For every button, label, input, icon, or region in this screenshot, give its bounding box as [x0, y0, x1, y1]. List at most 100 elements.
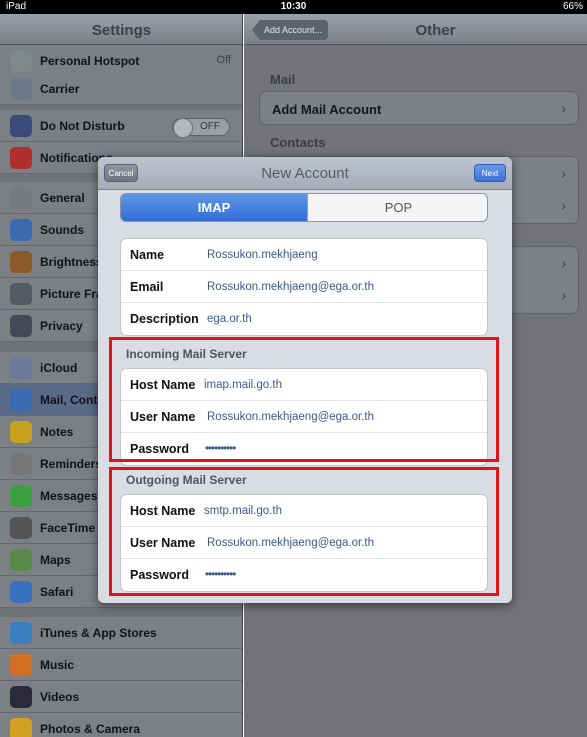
- field-value: ••••••••••: [205, 569, 236, 581]
- sheet-title: New Account: [261, 165, 349, 182]
- description-field[interactable]: Description ega.or.th: [121, 303, 487, 335]
- chevron-right-icon: ›: [561, 287, 566, 303]
- next-button[interactable]: Next: [474, 164, 506, 182]
- field-label: Password: [130, 442, 190, 456]
- add-mail-account-row[interactable]: Add Mail Account ›: [259, 91, 579, 125]
- settings-app-icon: [10, 187, 32, 209]
- settings-item[interactable]: Photos & Camera: [0, 713, 242, 737]
- settings-item-label: Notes: [40, 425, 74, 439]
- segment-imap[interactable]: IMAP: [121, 194, 307, 221]
- field-label: Description: [130, 312, 199, 326]
- settings-item[interactable]: Music: [0, 649, 242, 681]
- settings-item-label: Safari: [40, 585, 74, 599]
- add-mail-account-label: Add Mail Account: [272, 102, 382, 117]
- field-value: smtp.mail.go.th: [204, 505, 282, 517]
- settings-item[interactable]: Do Not Disturb OFF: [0, 110, 242, 142]
- email-field[interactable]: Email Rossukon.mekhjaeng@ega.or.th: [121, 271, 487, 303]
- sheet-nav-bar: Cancel New Account Next: [98, 157, 512, 190]
- settings-app-icon: [10, 549, 32, 571]
- battery-level: 66%: [562, 1, 583, 12]
- settings-app-icon: [10, 147, 32, 169]
- settings-item-label: Sounds: [40, 223, 84, 237]
- settings-item-label: Personal Hotspot: [40, 54, 140, 68]
- field-value: imap.mail.go.th: [204, 379, 282, 391]
- incoming-password-field[interactable]: Password ••••••••••: [121, 433, 487, 465]
- incoming-username-field[interactable]: User Name Rossukon.mekhjaeng@ega.or.th: [121, 401, 487, 433]
- incoming-server-group: Host Name imap.mail.go.th User Name Ross…: [120, 368, 488, 466]
- field-value: Rossukon.mekhjaeng@ega.or.th: [207, 281, 375, 293]
- settings-item-label: Privacy: [40, 319, 83, 333]
- settings-item-value: Off: [216, 54, 231, 66]
- incoming-server-header: Incoming Mail Server: [126, 347, 247, 361]
- field-label: User Name: [130, 410, 196, 424]
- outgoing-server-header: Outgoing Mail Server: [126, 473, 247, 487]
- field-value: Rossukon.mekhjaeng: [207, 249, 318, 261]
- outgoing-server-group: Host Name smtp.mail.go.th User Name Ross…: [120, 494, 488, 592]
- settings-app-icon: [10, 421, 32, 443]
- other-nav-bar: Add Account... Other: [244, 14, 587, 45]
- name-field[interactable]: Name Rossukon.mekhjaeng: [121, 239, 487, 271]
- status-bar: iPad 10:30 66%: [0, 0, 587, 14]
- settings-item[interactable]: Videos: [0, 681, 242, 713]
- outgoing-host-field[interactable]: Host Name smtp.mail.go.th: [121, 495, 487, 527]
- new-account-sheet: Cancel New Account Next IMAP POP Name Ro…: [98, 157, 512, 603]
- chevron-right-icon: ›: [561, 255, 566, 271]
- settings-app-icon: [10, 115, 32, 137]
- settings-item-label: iCloud: [40, 361, 78, 375]
- field-value: Rossukon.mekhjaeng@ega.or.th: [207, 537, 375, 549]
- account-info-group: Name Rossukon.mekhjaeng Email Rossukon.m…: [120, 238, 488, 336]
- chevron-right-icon: ›: [561, 100, 566, 116]
- settings-app-icon: [10, 78, 32, 100]
- field-value: ega.or.th: [207, 313, 252, 325]
- field-label: Password: [130, 568, 190, 582]
- field-value: ••••••••••: [205, 443, 236, 455]
- settings-app-icon: [10, 357, 32, 379]
- field-label: Host Name: [130, 378, 196, 392]
- settings-item-label: Maps: [40, 553, 71, 567]
- settings-item[interactable]: Carrier: [0, 73, 242, 105]
- settings-app-icon: [10, 453, 32, 475]
- segment-pop[interactable]: POP: [307, 194, 487, 221]
- settings-item-label: Messages: [40, 489, 98, 503]
- field-label: Email: [130, 280, 164, 294]
- settings-app-icon: [10, 517, 32, 539]
- settings-app-icon: [10, 315, 32, 337]
- settings-item[interactable]: iTunes & App Stores: [0, 617, 242, 649]
- settings-app-icon: [10, 50, 32, 72]
- other-title: Other: [415, 22, 456, 39]
- settings-app-icon: [10, 485, 32, 507]
- account-type-segmented-control: IMAP POP: [120, 193, 488, 222]
- back-button[interactable]: Add Account...: [252, 20, 329, 40]
- settings-item-label: Reminders: [40, 457, 103, 471]
- settings-app-icon: [10, 654, 32, 676]
- settings-app-icon: [10, 251, 32, 273]
- contacts-section-header: Contacts: [270, 135, 326, 150]
- field-label: Name: [130, 248, 165, 262]
- settings-app-icon: [10, 622, 32, 644]
- chevron-right-icon: ›: [561, 165, 566, 181]
- settings-app-icon: [10, 718, 32, 737]
- settings-app-icon: [10, 219, 32, 241]
- settings-item-label: Do Not Disturb: [40, 119, 125, 133]
- settings-item-label: Videos: [40, 690, 80, 704]
- settings-item-label: Photos & Camera: [40, 722, 141, 736]
- settings-item-label: Carrier: [40, 82, 80, 96]
- settings-title: Settings: [91, 22, 152, 39]
- mail-section-header: Mail: [270, 72, 296, 87]
- settings-app-icon: [10, 686, 32, 708]
- field-label: User Name: [130, 536, 196, 550]
- settings-app-icon: [10, 283, 32, 305]
- settings-app-icon: [10, 581, 32, 603]
- settings-nav-bar: Settings: [0, 14, 242, 45]
- settings-item-label: iTunes & App Stores: [40, 626, 157, 640]
- outgoing-password-field[interactable]: Password ••••••••••: [121, 559, 487, 591]
- chevron-right-icon: ›: [561, 197, 566, 213]
- settings-item-label: FaceTime: [40, 521, 96, 535]
- settings-item-label: Music: [40, 658, 75, 672]
- clock: 10:30: [280, 1, 307, 12]
- do-not-disturb-toggle[interactable]: OFF: [172, 118, 230, 138]
- outgoing-username-field[interactable]: User Name Rossukon.mekhjaeng@ega.or.th: [121, 527, 487, 559]
- field-value: Rossukon.mekhjaeng@ega.or.th: [207, 411, 375, 423]
- settings-app-icon: [10, 389, 32, 411]
- incoming-host-field[interactable]: Host Name imap.mail.go.th: [121, 369, 487, 401]
